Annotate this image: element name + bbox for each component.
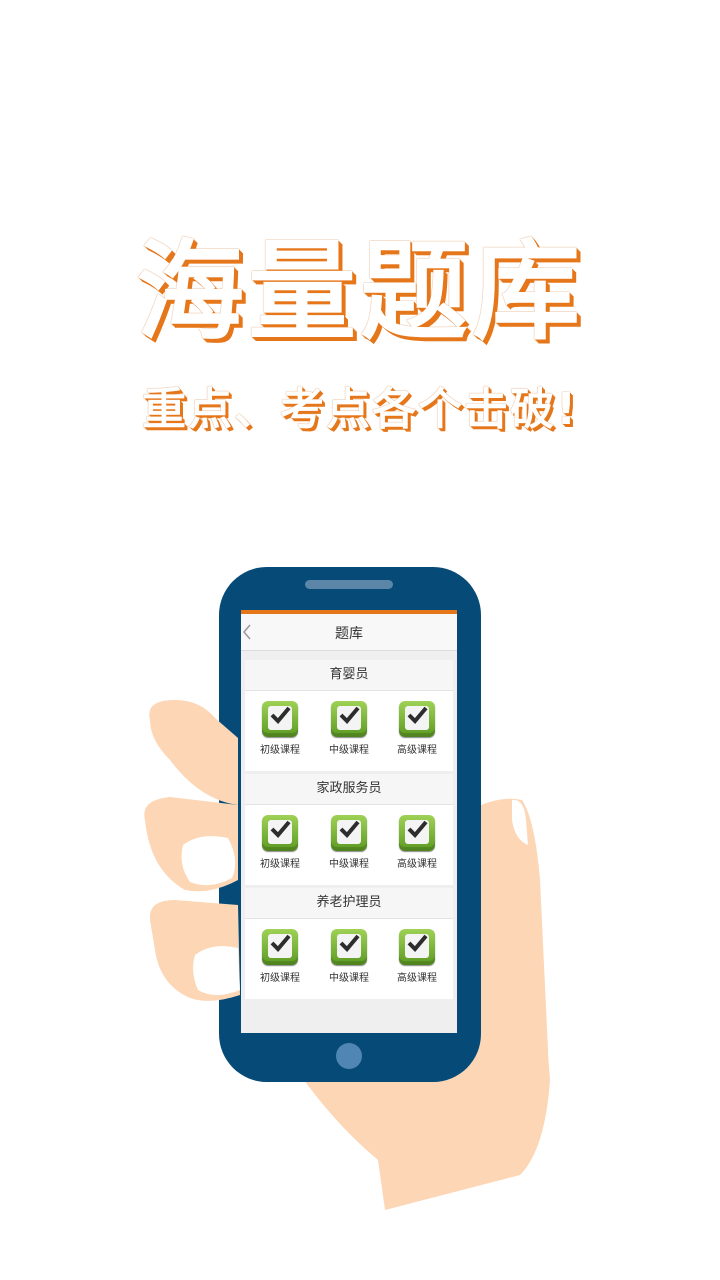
section-title: 育婴员: [245, 660, 453, 691]
course-label: 高级课程: [397, 745, 437, 756]
course-advanced[interactable]: 高级课程: [387, 929, 447, 984]
course-label: 中级课程: [329, 745, 369, 756]
course-label: 初级课程: [260, 859, 300, 870]
course-intermediate[interactable]: 中级课程: [319, 701, 379, 756]
green-check-icon: [399, 701, 435, 737]
green-check-icon: [331, 815, 367, 851]
course-label: 初级课程: [260, 973, 300, 984]
course-label: 中级课程: [329, 859, 369, 870]
app-header: 题库: [241, 614, 457, 651]
section-courses: 初级课程 中级课程 高级课程: [245, 805, 453, 885]
green-check-icon: [262, 929, 298, 965]
course-label: 初级课程: [260, 745, 300, 756]
category-section-1: 育婴员 初级课程 中级课程 高级课程: [245, 660, 453, 771]
course-label: 高级课程: [397, 973, 437, 984]
course-basic[interactable]: 初级课程: [250, 815, 310, 870]
green-check-icon: [331, 701, 367, 737]
course-basic[interactable]: 初级课程: [250, 701, 310, 756]
green-check-icon: [262, 701, 298, 737]
app-header-title: 题库: [335, 626, 363, 642]
category-section-2: 家政服务员 初级课程 中级课程 高级课程: [245, 774, 453, 885]
course-label: 中级课程: [329, 973, 369, 984]
section-title: 家政服务员: [245, 774, 453, 805]
course-advanced[interactable]: 高级课程: [387, 815, 447, 870]
green-check-icon: [399, 929, 435, 965]
section-title: 养老护理员: [245, 888, 453, 919]
course-intermediate[interactable]: 中级课程: [319, 929, 379, 984]
green-check-icon: [262, 815, 298, 851]
course-intermediate[interactable]: 中级课程: [319, 815, 379, 870]
course-advanced[interactable]: 高级课程: [387, 701, 447, 756]
section-courses: 初级课程 中级课程 高级课程: [245, 691, 453, 771]
section-courses: 初级课程 中级课程 高级课程: [245, 919, 453, 999]
course-basic[interactable]: 初级课程: [250, 929, 310, 984]
green-check-icon: [331, 929, 367, 965]
phone-screen: 题库 育婴员 初级课程 中级课程 高级课程 家政服务员 初级课程 中级课程 高级…: [241, 610, 457, 1033]
category-section-3: 养老护理员 初级课程 中级课程 高级课程: [245, 888, 453, 999]
green-check-icon: [399, 815, 435, 851]
course-label: 高级课程: [397, 859, 437, 870]
